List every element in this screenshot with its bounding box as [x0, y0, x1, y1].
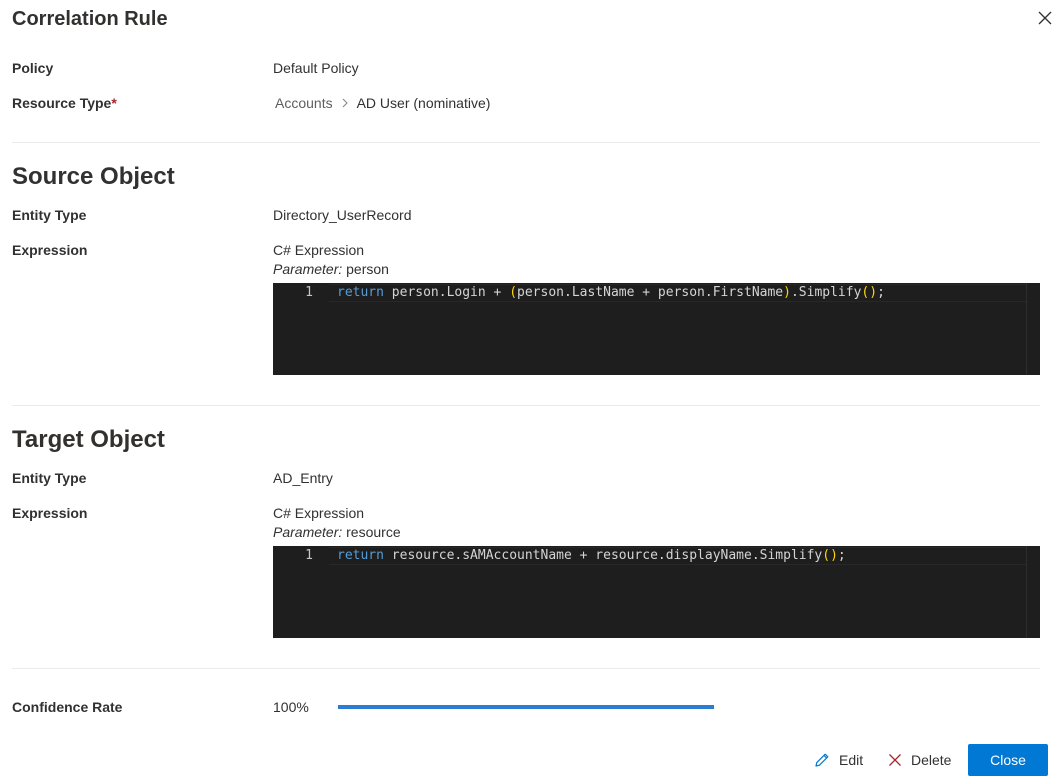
- divider: [12, 142, 1040, 143]
- code-text: return person.Login + (person.LastName +…: [337, 284, 885, 302]
- code-bracket: (: [509, 285, 518, 300]
- code-segment: .Simplify: [790, 285, 862, 300]
- target-entity-type-label: Entity Type: [12, 470, 87, 486]
- delete-button[interactable]: Delete: [887, 750, 951, 770]
- resource-type-label: Resource Type*: [12, 93, 117, 113]
- confidence-rate-label: Confidence Rate: [12, 699, 123, 715]
- edit-button-label: Edit: [839, 752, 864, 768]
- code-text: return resource.sAMAccountName + resourc…: [337, 547, 846, 565]
- source-expression-label: Expression: [12, 242, 88, 258]
- source-entity-type-value: Directory_UserRecord: [273, 207, 412, 223]
- code-bracket: (): [861, 285, 878, 300]
- editor-scrollbar[interactable]: [1026, 546, 1040, 638]
- target-code-editor[interactable]: 1 return resource.sAMAccountName + resou…: [273, 546, 1040, 638]
- source-parameter-label: Parameter:: [273, 261, 343, 277]
- policy-value: Default Policy: [273, 60, 359, 76]
- code-segment: ;: [837, 548, 846, 563]
- code-segment: person.Login +: [383, 285, 510, 300]
- panel-title: Correlation Rule: [12, 8, 168, 30]
- source-parameter: Parameter: person: [273, 259, 389, 279]
- pencil-icon: [815, 753, 829, 767]
- x-icon: [889, 754, 901, 766]
- source-expression-kind: C# Expression: [273, 242, 365, 258]
- resource-type-label-text: Resource Type: [12, 95, 112, 111]
- target-object-title: Target Object: [12, 426, 165, 453]
- required-marker: *: [111, 95, 117, 111]
- code-bracket: ): [783, 285, 791, 300]
- source-entity-type-label: Entity Type: [12, 207, 87, 223]
- target-expression-kind: C# Expression: [273, 505, 365, 521]
- line-number: 1: [305, 285, 313, 300]
- code-segment: person.LastName + person.FirstName: [517, 285, 784, 300]
- confidence-rate-bar[interactable]: [338, 705, 714, 709]
- close-button[interactable]: Close: [968, 744, 1048, 776]
- divider: [12, 668, 1040, 669]
- target-parameter: Parameter: resource: [273, 522, 401, 542]
- close-icon[interactable]: [1035, 8, 1055, 28]
- source-code-editor[interactable]: 1 return person.Login + (person.LastName…: [273, 283, 1040, 375]
- divider: [12, 405, 1040, 406]
- breadcrumb-item-accounts: Accounts: [275, 95, 333, 111]
- code-segment: ;: [877, 285, 885, 300]
- target-parameter-value: resource: [346, 524, 401, 540]
- editor-scrollbar[interactable]: [1026, 283, 1040, 375]
- code-line: 1 return resource.sAMAccountName + resou…: [273, 547, 1040, 565]
- code-segment: resource.sAMAccountName + resource.displ…: [383, 548, 823, 563]
- target-entity-type-value: AD_Entry: [273, 470, 333, 486]
- delete-button-label: Delete: [911, 752, 952, 768]
- code-line: 1 return person.Login + (person.LastName…: [273, 284, 1040, 302]
- breadcrumb: Accounts AD User (nominative): [275, 93, 490, 113]
- edit-button[interactable]: Edit: [813, 750, 863, 770]
- code-bracket: (): [822, 548, 838, 563]
- target-parameter-label: Parameter:: [273, 524, 343, 540]
- source-parameter-value: person: [346, 261, 389, 277]
- chevron-right-icon: [341, 93, 349, 113]
- target-expression-label: Expression: [12, 505, 88, 521]
- confidence-rate-value: 100%: [273, 699, 309, 715]
- source-object-title: Source Object: [12, 163, 175, 190]
- breadcrumb-item-resource-type: AD User (nominative): [356, 95, 491, 111]
- code-keyword: return: [337, 548, 384, 563]
- code-keyword: return: [337, 285, 384, 300]
- line-number: 1: [305, 548, 313, 563]
- policy-label: Policy: [12, 60, 54, 76]
